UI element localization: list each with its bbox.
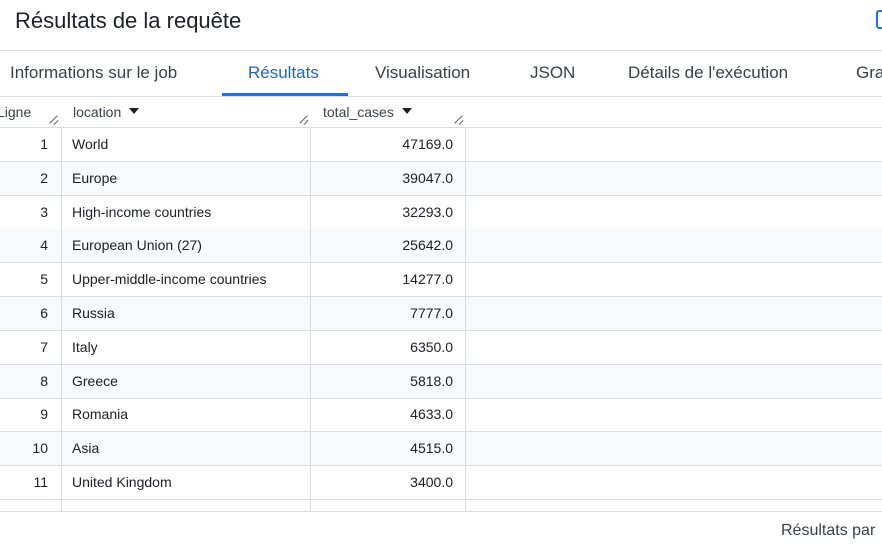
row-number-cell: 10	[32, 440, 48, 457]
pagination-label: Résultats par	[781, 522, 876, 539]
row-number-cell: 11	[33, 474, 48, 490]
tab-graph[interactable]: Gra	[856, 51, 882, 96]
row-number-cell: 1	[40, 136, 48, 152]
column-header-label: Ligne	[0, 104, 32, 120]
table-row[interactable]: 11 United Kingdom 3400.0	[0, 466, 882, 500]
total-cases-cell[interactable]: 14277.0	[311, 263, 466, 296]
column-resize-handle-icon[interactable]	[49, 115, 59, 125]
column-resize-handle-icon[interactable]	[454, 115, 464, 125]
location-cell[interactable]: United Kingdom	[61, 466, 311, 499]
row-number-cell: 6	[40, 305, 48, 321]
sort-dropdown-icon[interactable]	[129, 108, 140, 115]
row-number-cell: 5	[40, 271, 48, 288]
divider	[0, 511, 882, 512]
table-row[interactable]: 9 Romania 4633.0	[0, 398, 882, 433]
column-header-total-cases[interactable]: total_cases	[323, 97, 412, 128]
location-cell[interactable]: Greece	[61, 365, 311, 398]
total-cases-cell[interactable]: 25642.0	[311, 229, 466, 262]
table-row[interactable]: 3 High-income countries 32293.0	[0, 196, 882, 230]
column-header-location[interactable]: location	[73, 97, 140, 128]
total-cases-cell[interactable]: 7777.0	[311, 297, 466, 330]
tab-execution-details[interactable]: Détails de l'exécution	[628, 51, 788, 96]
total-cases-cell[interactable]: 32293.0	[311, 196, 466, 229]
total-cases-cell[interactable]: 39047.0	[311, 162, 466, 195]
location-cell[interactable]: World	[61, 128, 311, 161]
expand-icon[interactable]	[876, 10, 882, 29]
results-tabs: Informations sur le job Résultats Visual…	[0, 51, 882, 96]
tab-json[interactable]: JSON	[530, 51, 575, 96]
table-row[interactable]: 6 Russia 7777.0	[0, 297, 882, 331]
location-cell[interactable]: Europe	[61, 162, 311, 195]
results-table: Ligne location total_cases 1 World 47169.0…	[0, 97, 882, 511]
location-cell[interactable]: High-income countries	[61, 196, 311, 229]
column-divider	[310, 128, 311, 511]
column-resize-handle-icon[interactable]	[299, 115, 309, 125]
table-row[interactable]: 8 Greece 5818.0	[0, 364, 882, 399]
location-cell[interactable]: Russia	[61, 297, 311, 330]
column-header-label: location	[73, 104, 122, 120]
row-number-cell: 2	[40, 169, 48, 186]
total-cases-cell[interactable]: 6350.0	[311, 331, 466, 364]
row-number-cell: 7	[40, 338, 48, 355]
total-cases-cell[interactable]: 3400.0	[311, 466, 466, 499]
table-row[interactable]: 7 Italy 6350.0	[0, 331, 882, 365]
table-row[interactable]	[0, 500, 882, 511]
query-results-panel: Résultats de la requête Informations sur…	[0, 0, 882, 545]
tab-visualization[interactable]: Visualisation	[375, 51, 470, 96]
sort-dropdown-icon[interactable]	[401, 108, 412, 115]
table-row[interactable]: 10 Asia 4515.0	[0, 432, 882, 467]
row-number-cell: 3	[40, 203, 48, 220]
location-cell[interactable]: European Union (27)	[61, 229, 311, 262]
total-cases-cell[interactable]: 4515.0	[311, 432, 466, 465]
table-row[interactable]: 4 European Union (27) 25642.0	[0, 229, 882, 264]
tab-results[interactable]: Résultats	[248, 51, 319, 96]
total-cases-cell[interactable]: 47169.0	[311, 128, 466, 161]
total-cases-cell[interactable]: 4633.0	[311, 398, 466, 431]
total-cases-cell[interactable]: 5818.0	[311, 365, 466, 398]
table-row[interactable]: 1 World 47169.0	[0, 128, 882, 162]
location-cell[interactable]: Upper-middle-income countries	[61, 263, 311, 296]
location-cell[interactable]: Italy	[61, 331, 311, 364]
location-cell[interactable]: Asia	[61, 432, 311, 465]
column-header-label: total_cases	[323, 104, 394, 120]
location-cell[interactable]: Romania	[61, 398, 311, 431]
table-header: Ligne location total_cases	[0, 97, 882, 128]
column-header-row-number: Ligne	[0, 97, 31, 128]
column-divider	[465, 128, 466, 511]
tab-job-information[interactable]: Informations sur le job	[10, 51, 177, 96]
table-row[interactable]: 2 Europe 39047.0	[0, 161, 882, 196]
row-number-cell: 8	[40, 372, 48, 389]
column-divider	[61, 128, 62, 511]
page-title: Résultats de la requête	[15, 8, 242, 33]
row-number-cell: 9	[40, 406, 48, 423]
row-number-cell: 4	[40, 237, 48, 254]
table-row[interactable]: 5 Upper-middle-income countries 14277.0	[0, 263, 882, 298]
